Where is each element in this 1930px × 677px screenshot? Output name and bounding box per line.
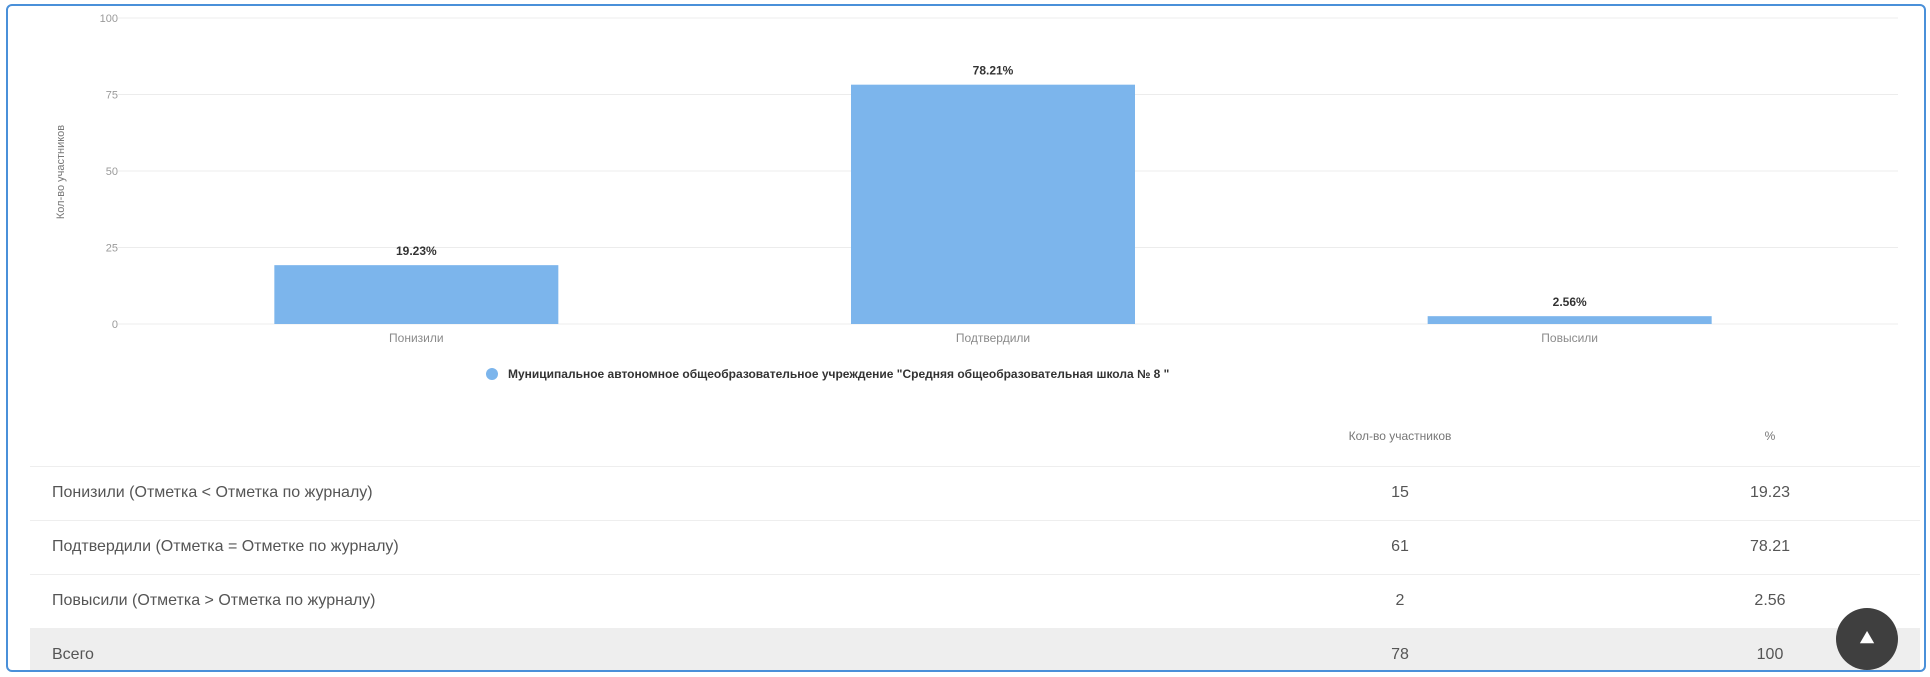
row-label: Повысили (Отметка > Отметка по журналу) (30, 574, 1180, 629)
row-percent: 19.23 (1620, 466, 1920, 521)
x-tick-label: Повысили (1541, 331, 1598, 345)
bar[interactable] (851, 84, 1135, 324)
header-count: Кол-во участников (1180, 406, 1620, 467)
y-tick-label: 75 (106, 90, 118, 102)
total-count: 78 (1180, 628, 1620, 670)
y-tick-label: 100 (100, 13, 118, 25)
row-count: 15 (1180, 466, 1620, 521)
row-percent: 78.21 (1620, 520, 1920, 575)
header-percent: % (1620, 406, 1920, 467)
y-tick-label: 0 (112, 319, 118, 331)
legend-marker (486, 368, 498, 380)
legend[interactable]: Муниципальное автономное общеобразовател… (486, 367, 1169, 381)
data-label: 19.23% (396, 244, 437, 258)
x-tick-label: Понизили (389, 331, 444, 345)
results-panel: 0 25 50 75 100 19.23% Понизили 78.21% Подтверди… (6, 4, 1926, 672)
table-total-row: Всего 78 100 (30, 628, 1920, 670)
table-row: Подтвердили (Отметка = Отметке по журнал… (30, 520, 1920, 575)
table-header-row: Кол-во участников % (30, 406, 1920, 467)
row-count: 61 (1180, 520, 1620, 575)
row-count: 2 (1180, 574, 1620, 629)
table-row: Повысили (Отметка > Отметка по журналу) … (30, 574, 1920, 629)
row-label: Понизили (Отметка < Отметка по журналу) (30, 466, 1180, 521)
bar[interactable] (274, 265, 559, 324)
data-label: 78.21% (973, 64, 1014, 78)
scroll-to-top-button[interactable]: ⯅ (1836, 608, 1898, 670)
y-axis-title: Кол-во участников (55, 125, 67, 219)
data-label: 2.56% (1553, 295, 1587, 309)
header-blank (30, 406, 1180, 467)
legend-label: Муниципальное автономное общеобразовател… (508, 367, 1169, 381)
y-tick-label: 50 (106, 166, 118, 178)
y-tick-label: 25 (106, 243, 118, 255)
total-label: Всего (30, 628, 1180, 670)
row-label: Подтвердили (Отметка = Отметке по журнал… (30, 520, 1180, 575)
results-table: Кол-во участников % Понизили (Отметка < … (30, 406, 1920, 670)
bar[interactable] (1427, 316, 1712, 324)
table-row: Понизили (Отметка < Отметка по журналу) … (30, 466, 1920, 521)
double-chevron-up-icon: ⯅ (1856, 623, 1878, 654)
bar-chart: 0 25 50 75 100 19.23% Понизили 78.21% Подтверди… (55, 13, 1898, 381)
x-tick-label: Подтвердили (956, 331, 1030, 345)
